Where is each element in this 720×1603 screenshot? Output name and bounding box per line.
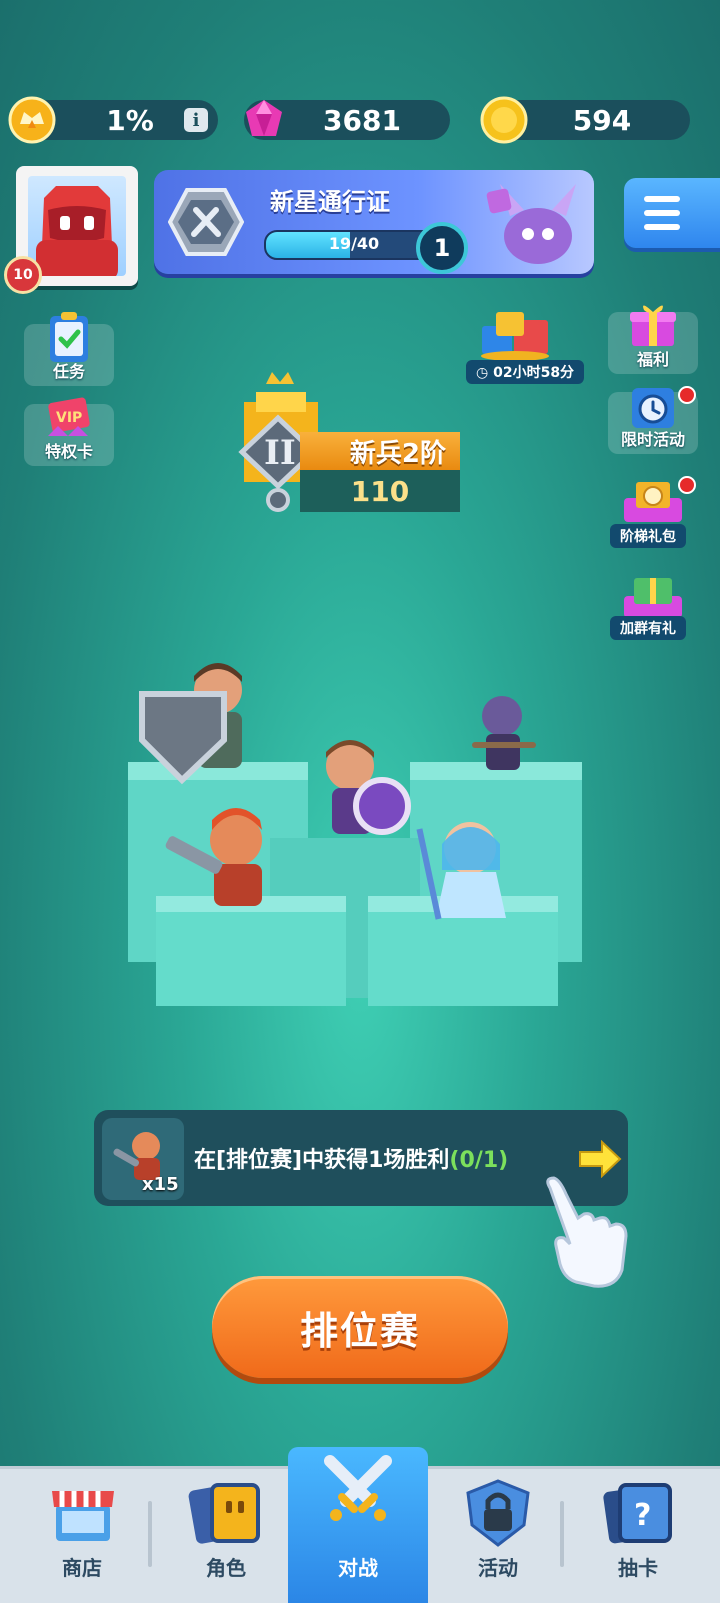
gift-timer: ◷ 02小时58分 bbox=[466, 360, 585, 384]
avatar-image bbox=[28, 176, 126, 276]
welfare-button[interactable]: 福利 bbox=[608, 305, 698, 374]
ladder-pack-label: 阶梯礼包 bbox=[610, 524, 686, 548]
tab-hero[interactable]: 角色 bbox=[156, 1469, 296, 1603]
timed-gift-button[interactable]: ◷ 02小时58分 bbox=[466, 308, 585, 384]
quest-description: 在[排位赛]中获得1场胜利 bbox=[194, 1148, 450, 1173]
gift-pack-icon bbox=[624, 482, 682, 522]
privilege-card-button[interactable]: VIP 特权卡 bbox=[24, 397, 114, 466]
tab-battle[interactable]: 对战 bbox=[288, 1447, 428, 1603]
privilege-card-label: 特权卡 bbox=[44, 442, 93, 461]
group-gift-label: 加群有礼 bbox=[610, 616, 686, 640]
dark-elf-hero[interactable] bbox=[472, 696, 536, 770]
quest-text-line: 在[排位赛]中获得1场胜利(0/1) bbox=[194, 1142, 508, 1174]
player-level-badge: 10 bbox=[4, 256, 42, 294]
star-pass-banner[interactable]: 新星通行证 19/40 1 bbox=[154, 170, 594, 274]
clock-icon: ◷ bbox=[476, 365, 489, 381]
info-icon[interactable]: i bbox=[184, 108, 208, 132]
shop-icon bbox=[52, 1491, 114, 1541]
mystery-card-icon: ? bbox=[603, 1483, 672, 1544]
locked-shield-icon bbox=[466, 1479, 530, 1547]
rank-progress-bar[interactable]: 1% i bbox=[8, 96, 218, 144]
coin-icon bbox=[480, 96, 528, 144]
menu-icon-bar bbox=[644, 224, 680, 230]
quest-reward-count: x15 bbox=[142, 1174, 179, 1195]
ranked-match-label: 排位赛 bbox=[299, 1308, 420, 1353]
svg-text:II: II bbox=[264, 433, 296, 473]
pass-level: 1 bbox=[416, 222, 468, 274]
tab-draw[interactable]: ? 抽卡 bbox=[568, 1469, 708, 1603]
red-robot-icon bbox=[36, 186, 118, 276]
limited-event-button[interactable]: 限时活动 bbox=[608, 386, 698, 454]
coin-counter[interactable]: 594 bbox=[480, 96, 690, 144]
ladder-pack-button[interactable]: 阶梯礼包 bbox=[606, 476, 702, 552]
menu-icon-bar bbox=[644, 210, 680, 216]
svg-text:?: ? bbox=[634, 1498, 651, 1533]
crossed-swords-icon bbox=[168, 188, 244, 256]
tab-event-label: 活动 bbox=[478, 1556, 518, 1580]
ranked-match-button[interactable]: 排位赛 bbox=[212, 1276, 508, 1378]
nav-divider bbox=[560, 1501, 564, 1567]
vip-card-icon: VIP bbox=[48, 397, 90, 436]
gem-counter[interactable]: 3681 bbox=[244, 100, 450, 140]
gem-icon bbox=[246, 100, 282, 136]
nav-divider bbox=[148, 1501, 152, 1567]
menu-button[interactable] bbox=[624, 178, 720, 248]
purple-monster-icon bbox=[486, 184, 576, 264]
tab-shop[interactable]: 商店 bbox=[12, 1469, 152, 1603]
gift-box-icon bbox=[624, 578, 682, 618]
purple-knight-hero[interactable] bbox=[326, 740, 411, 835]
alarm-clock-icon bbox=[632, 388, 674, 428]
gem-count: 3681 bbox=[323, 103, 401, 137]
tab-shop-label: 商店 bbox=[62, 1556, 102, 1580]
svg-text:VIP: VIP bbox=[56, 410, 82, 426]
crossed-swords-icon bbox=[324, 1455, 392, 1521]
arrow-right-icon[interactable] bbox=[578, 1140, 622, 1178]
menu-icon-bar bbox=[644, 196, 680, 202]
rank-score: 110 bbox=[300, 470, 460, 512]
tab-draw-label: 抽卡 bbox=[618, 1556, 658, 1580]
quest-progress: (0/1) bbox=[449, 1148, 509, 1173]
tab-battle-label: 对战 bbox=[338, 1556, 378, 1580]
task-button[interactable]: 任务 bbox=[24, 312, 114, 386]
group-gift-button[interactable]: 加群有礼 bbox=[606, 574, 702, 646]
task-label: 任务 bbox=[52, 362, 85, 381]
coin-count: 594 bbox=[572, 103, 632, 137]
limited-event-label: 限时活动 bbox=[620, 430, 685, 449]
rank-crown-icon bbox=[8, 96, 56, 144]
tab-event[interactable]: 活动 bbox=[428, 1469, 568, 1603]
bottom-nav: 商店 角色 对战 活动 ? 抽卡 bbox=[0, 1447, 720, 1603]
notification-dot bbox=[678, 476, 696, 494]
tab-hero-label: 角色 bbox=[206, 1556, 246, 1580]
gift-box-icon bbox=[630, 305, 676, 346]
hero-platform-scene[interactable] bbox=[120, 660, 600, 1030]
notification-dot bbox=[678, 386, 696, 404]
hero-cards-icon bbox=[188, 1483, 260, 1544]
welfare-label: 福利 bbox=[636, 350, 669, 369]
pass-title: 新星通行证 bbox=[270, 188, 390, 216]
gift-timer-text: 02小时58分 bbox=[493, 365, 575, 381]
tutorial-hand-pointer-icon bbox=[546, 1176, 628, 1288]
rank-progress-value: 1% bbox=[106, 103, 154, 137]
gift-pile-icon bbox=[481, 312, 549, 360]
rank-name: 新兵2阶 bbox=[300, 432, 460, 470]
